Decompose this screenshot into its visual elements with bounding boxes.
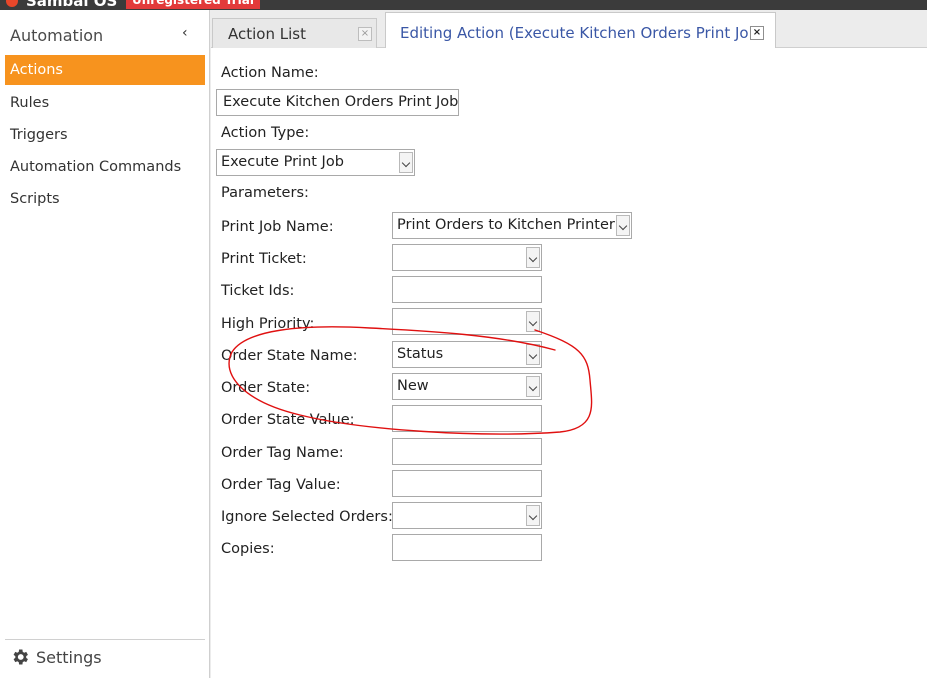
tab-label: Editing Action (Execute Kitchen Orders P… bbox=[400, 24, 764, 42]
param-label: Order State: bbox=[221, 380, 311, 396]
sidebar-header: Automation ‹ bbox=[0, 23, 205, 49]
tab-label: Action List bbox=[228, 25, 306, 43]
order-tag-value-field[interactable] bbox=[392, 470, 542, 497]
param-label: Copies: bbox=[221, 541, 275, 557]
sidebar-item-actions[interactable]: Actions bbox=[5, 55, 205, 85]
param-label: Order Tag Value: bbox=[221, 477, 341, 493]
chevron-down-icon[interactable] bbox=[526, 344, 540, 365]
parameters-label: Parameters: bbox=[221, 185, 309, 201]
order-state-select[interactable]: New bbox=[392, 373, 542, 400]
gear-icon bbox=[13, 649, 28, 665]
sidebar: Automation ‹ Actions Rules Triggers Auto… bbox=[0, 10, 210, 678]
sidebar-item-automation-commands[interactable]: Automation Commands bbox=[5, 152, 205, 182]
tab-action-list[interactable]: Action List × bbox=[212, 18, 377, 48]
param-value: Status bbox=[397, 346, 444, 362]
chevron-down-icon[interactable] bbox=[616, 215, 630, 236]
param-label: Order State Name: bbox=[221, 348, 358, 364]
trial-badge: Unregistered Trial bbox=[126, 0, 260, 9]
param-label: Order State Value: bbox=[221, 412, 355, 428]
close-icon[interactable]: × bbox=[750, 26, 764, 40]
copies-field[interactable] bbox=[392, 534, 542, 561]
order-state-value-field[interactable] bbox=[392, 405, 542, 432]
chevron-down-icon[interactable] bbox=[526, 247, 540, 268]
ignore-selected-orders-select[interactable] bbox=[392, 502, 542, 529]
action-type-label: Action Type: bbox=[221, 125, 310, 141]
chevron-down-icon[interactable] bbox=[526, 311, 540, 332]
order-state-name-select[interactable]: Status bbox=[392, 341, 542, 368]
ticket-ids-field[interactable] bbox=[392, 276, 542, 303]
tab-strip: Action List × Editing Action (Execute Ki… bbox=[211, 10, 927, 49]
close-icon[interactable]: × bbox=[358, 27, 372, 41]
chevron-left-icon[interactable]: ‹ bbox=[182, 25, 188, 41]
action-type-select[interactable]: Execute Print Job bbox=[216, 149, 415, 176]
sidebar-title: Automation bbox=[10, 26, 104, 45]
high-priority-select[interactable] bbox=[392, 308, 542, 335]
sidebar-divider bbox=[5, 639, 205, 640]
param-label: Print Job Name: bbox=[221, 219, 334, 235]
print-ticket-select[interactable] bbox=[392, 244, 542, 271]
param-label: Ticket Ids: bbox=[221, 283, 295, 299]
settings-label: Settings bbox=[36, 647, 102, 667]
sidebar-item-scripts[interactable]: Scripts bbox=[5, 184, 205, 214]
editor-panel: Action Name: Execute Kitchen Orders Prin… bbox=[211, 48, 927, 678]
chevron-down-icon[interactable] bbox=[526, 505, 540, 526]
action-name-label: Action Name: bbox=[221, 65, 319, 81]
sidebar-item-rules[interactable]: Rules bbox=[5, 88, 205, 118]
chevron-down-icon[interactable] bbox=[526, 376, 540, 397]
sidebar-item-triggers[interactable]: Triggers bbox=[5, 120, 205, 150]
param-label: High Priority: bbox=[221, 316, 315, 332]
param-value: Print Orders to Kitchen Printer bbox=[397, 217, 615, 233]
order-tag-name-field[interactable] bbox=[392, 438, 542, 465]
settings-button[interactable]: Settings bbox=[10, 645, 102, 669]
chevron-down-icon[interactable] bbox=[399, 152, 413, 173]
action-name-field[interactable]: Execute Kitchen Orders Print Job bbox=[216, 89, 459, 116]
action-type-value: Execute Print Job bbox=[221, 154, 344, 170]
app-name: Sambal OS bbox=[26, 0, 118, 10]
tab-editing-action[interactable]: Editing Action (Execute Kitchen Orders P… bbox=[385, 12, 776, 49]
title-bar: Sambal OS Unregistered Trial bbox=[0, 0, 927, 10]
param-value: New bbox=[397, 378, 429, 394]
print-job-name-select[interactable]: Print Orders to Kitchen Printer bbox=[392, 212, 632, 239]
param-label: Order Tag Name: bbox=[221, 445, 344, 461]
app-logo-icon bbox=[6, 0, 18, 7]
param-label: Print Ticket: bbox=[221, 251, 307, 267]
param-label: Ignore Selected Orders: bbox=[221, 509, 393, 525]
